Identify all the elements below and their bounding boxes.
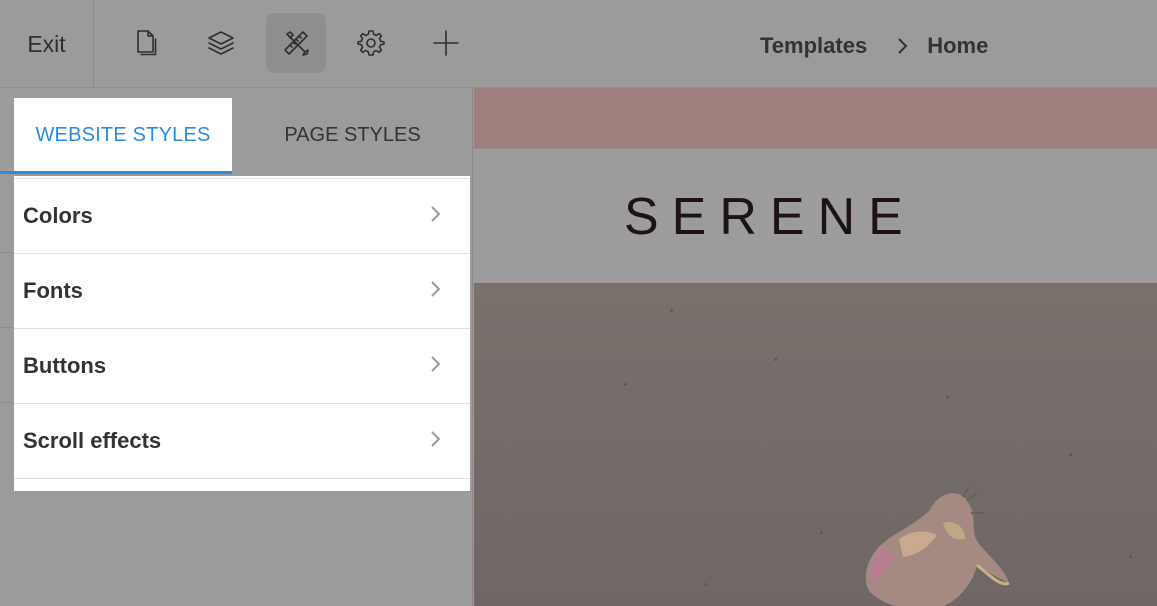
active-tab-indicator bbox=[0, 171, 232, 174]
hero-texture bbox=[624, 383, 627, 386]
hero-texture bbox=[704, 583, 707, 586]
dried-rose-image bbox=[865, 486, 1010, 606]
hero-texture bbox=[670, 309, 673, 312]
hero-texture bbox=[774, 358, 777, 361]
announcement-bar bbox=[474, 88, 1157, 148]
add-button[interactable] bbox=[416, 13, 476, 73]
hero-texture bbox=[820, 531, 823, 534]
breadcrumb: Templates Home bbox=[760, 30, 988, 62]
plus-icon bbox=[433, 30, 459, 56]
chevron-right-icon bbox=[430, 354, 442, 379]
tab-page-styles[interactable]: PAGE STYLES bbox=[232, 98, 473, 173]
chevron-right-icon bbox=[430, 204, 442, 229]
divider bbox=[0, 252, 14, 253]
breadcrumb-templates[interactable]: Templates bbox=[760, 33, 867, 59]
hero-texture bbox=[1069, 453, 1072, 456]
hero-texture bbox=[1129, 555, 1132, 558]
site-header: SERENE bbox=[474, 148, 1157, 283]
design-button[interactable] bbox=[266, 13, 326, 73]
site-logo: SERENE bbox=[624, 188, 916, 246]
divider bbox=[0, 327, 14, 328]
layers-button[interactable] bbox=[191, 13, 251, 73]
gear-icon bbox=[357, 30, 385, 56]
pages-icon bbox=[137, 30, 157, 56]
design-tools-icon bbox=[284, 31, 309, 56]
settings-button[interactable] bbox=[341, 13, 401, 73]
list-item-buttons[interactable]: Buttons bbox=[14, 328, 470, 403]
hero-texture bbox=[946, 396, 949, 399]
exit-button[interactable]: Exit bbox=[0, 0, 94, 88]
list-item-label: Colors bbox=[23, 203, 93, 228]
list-item-scroll-effects[interactable]: Scroll effects bbox=[14, 403, 470, 478]
list-end-divider bbox=[14, 478, 470, 491]
pages-button[interactable] bbox=[116, 13, 176, 73]
site-preview[interactable]: SERENE bbox=[474, 88, 1157, 606]
breadcrumb-home[interactable]: Home bbox=[927, 33, 988, 59]
list-item-label: Fonts bbox=[23, 278, 83, 303]
chevron-right-icon bbox=[430, 429, 442, 454]
list-item-fonts[interactable]: Fonts bbox=[14, 253, 470, 328]
hero-image bbox=[474, 283, 1157, 606]
layers-icon bbox=[208, 31, 234, 55]
tab-website-styles[interactable]: WEBSITE STYLES bbox=[14, 98, 232, 173]
styles-panel: WEBSITE STYLES PAGE STYLES Colors Fonts … bbox=[0, 88, 473, 606]
list-item-label: Scroll effects bbox=[23, 428, 162, 453]
chevron-right-icon bbox=[895, 37, 909, 55]
chevron-right-icon bbox=[430, 279, 442, 304]
list-item-colors[interactable]: Colors bbox=[14, 178, 470, 253]
style-list: Colors Fonts Buttons Scroll effects bbox=[14, 176, 470, 491]
divider bbox=[0, 402, 14, 403]
list-item-label: Buttons bbox=[23, 353, 107, 378]
top-toolbar: Exit Templates Home bbox=[0, 0, 1157, 88]
